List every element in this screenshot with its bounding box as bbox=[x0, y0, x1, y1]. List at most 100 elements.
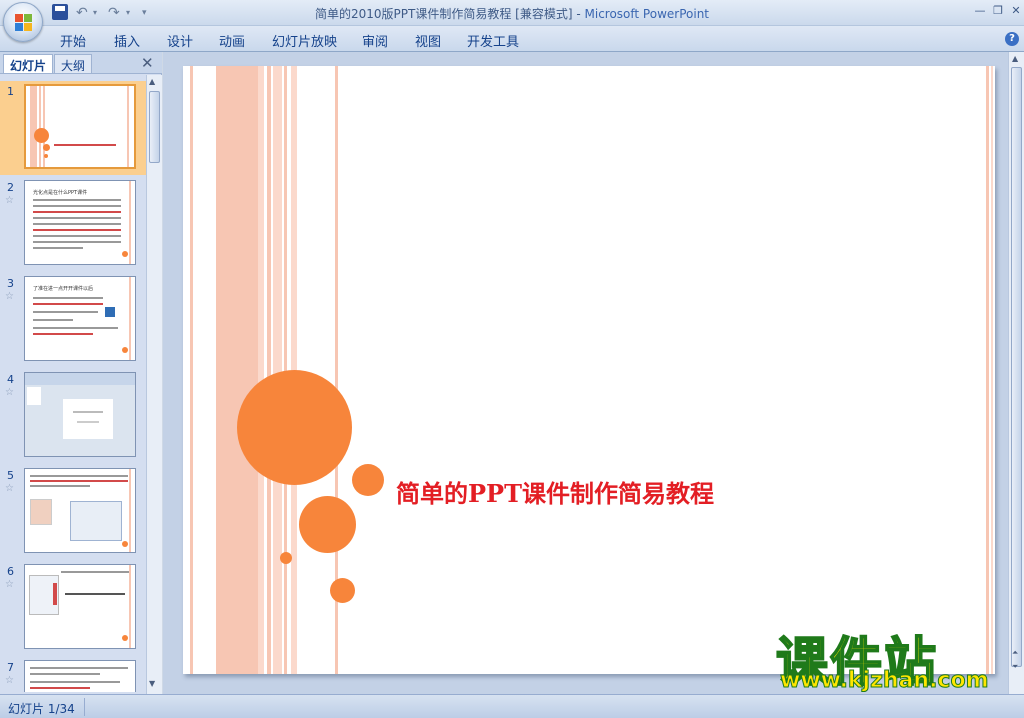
thumbnail-text-line bbox=[33, 235, 121, 237]
thumbnail-scrollbar[interactable]: ▲ ▼ bbox=[146, 75, 162, 694]
thumbnail-text-line bbox=[61, 571, 131, 573]
stripe bbox=[986, 66, 989, 674]
tab-view[interactable]: 视图 bbox=[415, 31, 441, 50]
animation-star-icon: ☆ bbox=[5, 675, 14, 686]
watermark-url: www.kjzhan.com bbox=[780, 668, 990, 694]
thumbnail-number: 1 bbox=[7, 85, 14, 98]
thumbnail-circle bbox=[122, 347, 128, 353]
status-divider bbox=[84, 698, 85, 716]
scroll-up-icon[interactable]: ▲ bbox=[1012, 54, 1018, 63]
scroll-thumb[interactable] bbox=[149, 91, 160, 163]
close-icon[interactable]: ✕ bbox=[141, 54, 154, 72]
scroll-up-icon[interactable]: ▲ bbox=[149, 77, 155, 86]
thumbnail-text-line bbox=[30, 681, 120, 683]
thumbnail-text-line bbox=[65, 593, 125, 595]
thumbnail-title: 光化点是在什么PPT课件 bbox=[33, 190, 88, 196]
slide-thumbnail-6[interactable]: 6 ☆ bbox=[0, 561, 146, 655]
stripe bbox=[273, 66, 282, 674]
slide-title[interactable]: 简单的PPT课件制作简易教程 bbox=[396, 474, 714, 509]
tab-slides[interactable]: 幻灯片 bbox=[3, 54, 54, 73]
document-title: 简单的2010版PPT课件制作简易教程 [兼容模式] bbox=[315, 7, 573, 21]
slide-thumbnail-5[interactable]: 5 ☆ bbox=[0, 465, 146, 559]
slide-thumbnail-3[interactable]: 3 ☆ 了准在进一点开开课件以后 bbox=[0, 273, 146, 367]
thumbnail-stripe bbox=[39, 86, 41, 167]
animation-star-icon: ☆ bbox=[5, 387, 14, 398]
tab-developer[interactable]: 开发工具 bbox=[467, 31, 519, 50]
thumbnail-preview: 光化点是在什么PPT课件 bbox=[24, 180, 136, 265]
slide-thumbnail-2[interactable]: 2 ☆ 光化点是在什么PPT课件 bbox=[0, 177, 146, 271]
thumbnail-highlight bbox=[53, 583, 57, 605]
thumbnail-image bbox=[30, 499, 52, 525]
office-button[interactable] bbox=[3, 2, 43, 42]
thumbnail-title-line bbox=[54, 144, 116, 146]
stripe bbox=[216, 66, 258, 674]
tab-outline[interactable]: 大纲 bbox=[54, 54, 93, 73]
close-icon[interactable]: ✕ bbox=[1008, 4, 1024, 17]
maximize-icon[interactable]: ❐ bbox=[990, 4, 1006, 17]
scroll-thumb[interactable] bbox=[1011, 67, 1022, 667]
previous-slide-icon[interactable]: ⏶ bbox=[1012, 648, 1018, 658]
thumbnail-text-line bbox=[30, 475, 128, 477]
thumbnail-number: 6 bbox=[7, 565, 14, 578]
tab-review[interactable]: 审阅 bbox=[362, 31, 388, 50]
thumbnail-list: 1 2 ☆ 光化点是在什么PPT课件 3 ☆ 了准在进一点开开课件以后 4 ☆ … bbox=[0, 75, 146, 692]
stripe bbox=[190, 66, 193, 674]
slide-thumbnail-1[interactable]: 1 bbox=[0, 81, 146, 175]
thumbnail-preview bbox=[24, 372, 136, 457]
stripe bbox=[991, 66, 993, 674]
stripe bbox=[258, 66, 264, 674]
decorative-circle bbox=[330, 578, 355, 603]
thumbnail-circle bbox=[44, 154, 48, 158]
thumbnail-text-line bbox=[33, 319, 73, 321]
thumbnail-text-line bbox=[33, 205, 121, 207]
thumbnail-preview bbox=[24, 564, 136, 649]
status-bar: 幻灯片 1/34 bbox=[0, 694, 1024, 718]
thumbnail-number: 5 bbox=[7, 469, 14, 482]
thumbnail-stripe bbox=[129, 565, 131, 648]
vertical-scrollbar[interactable]: ▲ ⏶ ⏷ bbox=[1008, 52, 1024, 694]
thumbnail-stripe bbox=[129, 181, 131, 264]
help-icon[interactable]: ? bbox=[1005, 32, 1019, 46]
thumbnail-canvas bbox=[63, 399, 113, 439]
office-logo-icon bbox=[15, 14, 33, 32]
decorative-circle bbox=[352, 464, 384, 496]
scroll-down-icon[interactable]: ▼ bbox=[149, 679, 155, 688]
thumbnail-preview: 了准在进一点开开课件以后 bbox=[24, 276, 136, 361]
minimize-icon[interactable]: — bbox=[972, 4, 988, 17]
tab-home[interactable]: 开始 bbox=[60, 31, 86, 50]
panel-tabs: 幻灯片 大纲 ✕ bbox=[0, 52, 162, 74]
thumbnail-circle bbox=[122, 541, 128, 547]
thumbnail-dialog bbox=[70, 501, 122, 541]
thumbnail-number: 4 bbox=[7, 373, 14, 386]
thumbnail-text-line bbox=[33, 303, 103, 305]
ribbon-tabs: 开始 插入 设计 动画 幻灯片放映 审阅 视图 开发工具 ? bbox=[0, 26, 1024, 52]
tab-design[interactable]: 设计 bbox=[167, 31, 193, 50]
thumbnail-stripe bbox=[129, 277, 131, 360]
thumbnail-image bbox=[105, 307, 115, 317]
decorative-circle-large bbox=[237, 370, 352, 485]
tab-slide-show[interactable]: 幻灯片放映 bbox=[272, 31, 337, 50]
slide-thumbnail-4[interactable]: 4 ☆ bbox=[0, 369, 146, 463]
thumbnail-text-line bbox=[33, 297, 103, 299]
thumbnail-stripe bbox=[129, 469, 131, 552]
thumbnail-stripe bbox=[127, 86, 129, 167]
thumbnail-circle bbox=[122, 635, 128, 641]
thumbnail-text-line bbox=[33, 223, 121, 225]
tab-insert[interactable]: 插入 bbox=[114, 31, 140, 50]
thumbnail-text-line bbox=[33, 217, 121, 219]
next-slide-icon[interactable]: ⏷ bbox=[1012, 662, 1018, 672]
thumbnail-text-line bbox=[33, 211, 121, 213]
tab-animations[interactable]: 动画 bbox=[219, 31, 245, 50]
thumbnail-number: 2 bbox=[7, 181, 14, 194]
slide-canvas[interactable]: 简单的PPT课件制作简易教程 bbox=[183, 66, 995, 674]
thumbnail-text-line bbox=[30, 667, 128, 669]
slide-thumbnail-7[interactable]: 7 ☆ bbox=[0, 657, 146, 692]
thumbnail-number: 7 bbox=[7, 661, 14, 674]
thumbnail-text-line bbox=[33, 199, 121, 201]
thumbnail-preview bbox=[24, 84, 136, 169]
thumbnail-text-line bbox=[33, 311, 98, 313]
thumbnail-circle bbox=[34, 128, 49, 143]
thumbnail-circle bbox=[122, 251, 128, 257]
thumbnail-preview bbox=[24, 468, 136, 553]
stripe bbox=[267, 66, 271, 674]
